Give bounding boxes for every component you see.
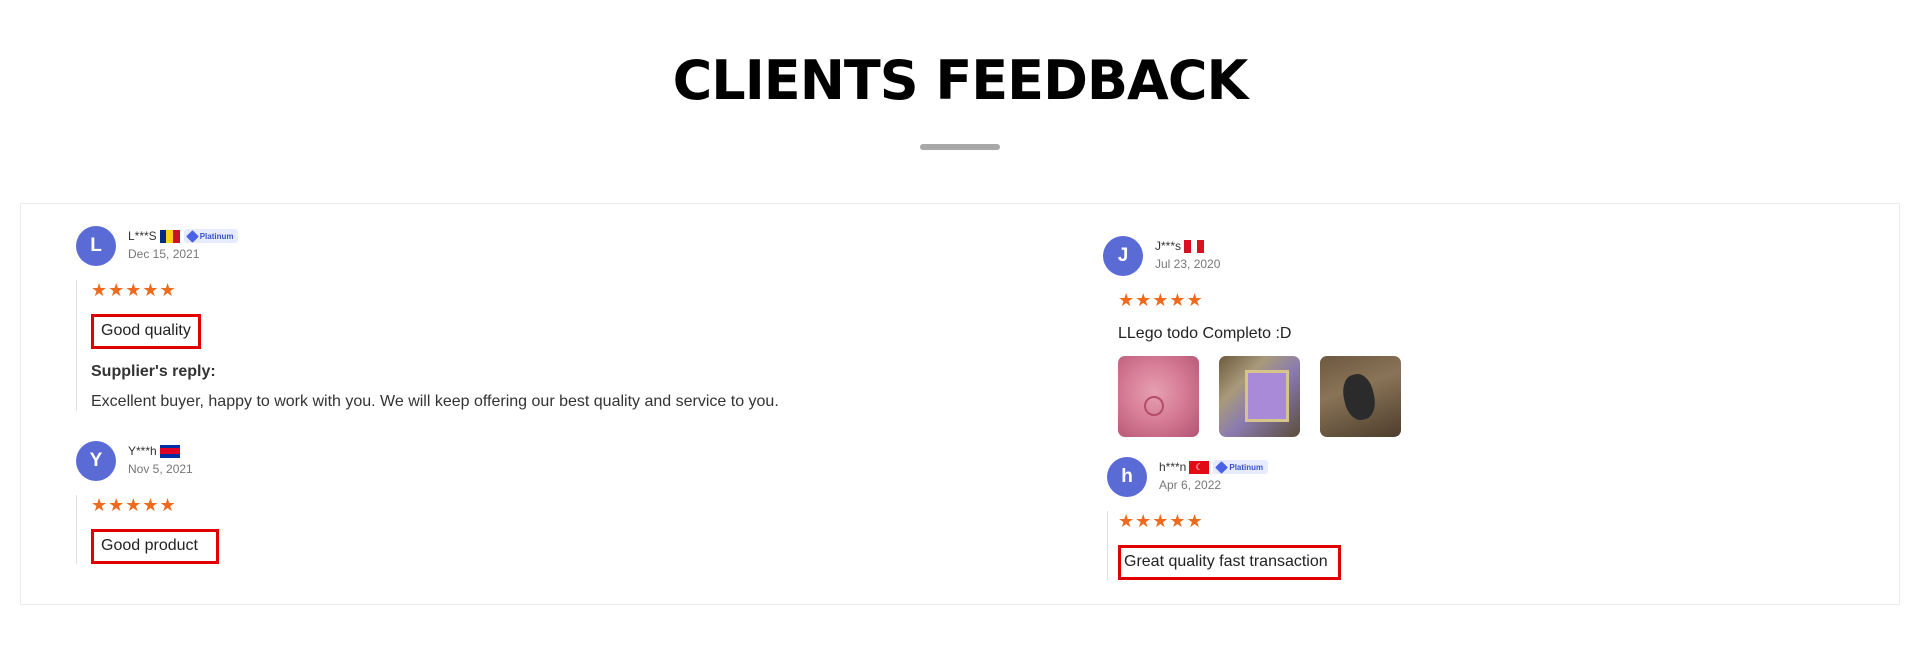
review-date: Nov 5, 2021	[128, 462, 193, 476]
supplier-reply-text: Excellent buyer, happy to work with you.…	[91, 393, 779, 410]
platinum-badge: Platinum	[1213, 460, 1269, 474]
flag-icon: ☾	[1189, 460, 1210, 474]
review-meta: J***s Jul 23, 2020	[1155, 238, 1220, 271]
review-body: ★★★★★ LLego todo Completo :D	[1103, 290, 1401, 437]
review-date: Dec 15, 2021	[128, 247, 200, 261]
review-body: ★★★★★ Good quality Supplier's reply: Exc…	[76, 280, 851, 411]
reviewer-name: h***n	[1159, 460, 1187, 474]
title-divider	[920, 144, 1000, 150]
avatar: J	[1103, 236, 1143, 276]
review-photo-thumbnail[interactable]	[1219, 356, 1300, 437]
flag-icon	[159, 229, 180, 243]
review-date: Apr 6, 2022	[1159, 478, 1222, 492]
star-rating: ★★★★★	[91, 280, 177, 300]
review-photo-thumbnail[interactable]	[1320, 356, 1401, 437]
reviewer-name: L***S	[128, 229, 157, 243]
page-title: CLIENTS FEEDBACK	[672, 49, 1249, 112]
review-meta: Y***h Nov 5, 2021	[128, 443, 193, 476]
review-comment: Good product	[91, 529, 219, 564]
review-body: ★★★★★ Good product	[76, 495, 391, 564]
star-rating: ★★★★★	[1118, 290, 1204, 310]
star-rating: ★★★★★	[91, 495, 177, 515]
review-photos	[1118, 356, 1401, 437]
review-meta: L***S Platinum Dec 15, 2021	[128, 228, 239, 261]
diamond-icon	[185, 229, 199, 243]
review-comment: Great quality fast transaction	[1118, 545, 1341, 580]
platinum-badge: Platinum	[183, 229, 239, 243]
review-comment: Good quality	[91, 314, 201, 349]
flag-icon	[159, 444, 180, 458]
diamond-icon	[1215, 460, 1229, 474]
avatar: Y	[76, 441, 116, 481]
avatar: L	[76, 226, 116, 266]
review-body: ★★★★★ Great quality fast transaction	[1107, 511, 1418, 580]
star-rating: ★★★★★	[1118, 511, 1204, 531]
reviewer-name: Y***h	[128, 444, 157, 458]
supplier-reply-title: Supplier's reply:	[91, 363, 216, 380]
review-meta: h***n ☾ Platinum Apr 6, 2022	[1159, 459, 1269, 492]
avatar: h	[1107, 457, 1147, 497]
flag-icon	[1184, 239, 1205, 253]
review-date: Jul 23, 2020	[1155, 257, 1221, 271]
feedback-panel: L L***S Platinum Dec 15, 2021 ★★★★★ Good…	[20, 203, 1900, 605]
reviewer-name: J***s	[1155, 239, 1182, 253]
review-photo-thumbnail[interactable]	[1118, 356, 1199, 437]
review-comment: LLego todo Completo :D	[1118, 325, 1292, 342]
